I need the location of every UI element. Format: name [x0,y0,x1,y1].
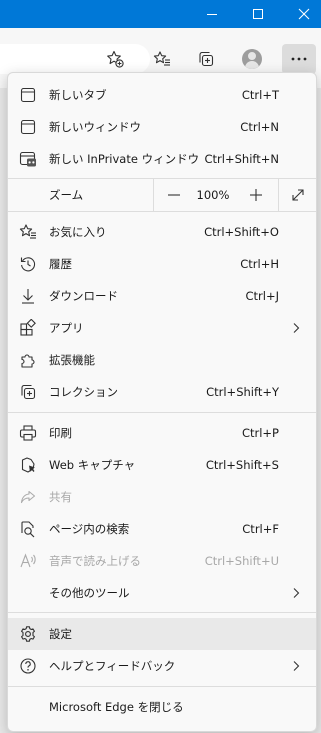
full-screen-button[interactable] [279,179,316,211]
profile-avatar [242,49,262,69]
menu-item-collections[interactable]: コレクション Ctrl+Shift+Y [8,376,316,408]
menu-shortcut: Ctrl+F [242,522,279,536]
menu-item-read-aloud: 音声で読み上げる Ctrl+Shift+U [8,545,316,577]
chevron-right-icon [293,323,300,333]
settings-menu: 新しいタブ Ctrl+T 新しいウィンドウ Ctrl+N 新しい InPriva… [7,72,317,732]
menu-item-extensions[interactable]: 拡張機能 [8,344,316,376]
menu-label: 音声で読み上げる [49,554,141,568]
menu-item-find-on-page[interactable]: ページ内の検索 Ctrl+F [8,513,316,545]
menu-label: ページ内の検索 [49,522,130,536]
zoom-label: ズーム [49,188,84,202]
menu-item-share: 共有 [8,481,316,513]
menu-shortcut: Ctrl+N [240,120,279,134]
inprivate-icon [19,150,37,168]
menu-label: 拡張機能 [49,353,95,367]
favorites-icon [153,51,170,66]
favorites-button[interactable] [147,44,177,74]
menu-item-help-feedback[interactable]: ヘルプとフィードバック [8,650,316,682]
minus-icon [168,194,180,196]
help-icon [19,657,37,675]
menu-shortcut: Ctrl+J [245,289,280,303]
title-bar [0,0,321,28]
menu-item-downloads[interactable]: ダウンロード Ctrl+J [8,280,316,312]
read-aloud-icon [19,552,37,570]
menu-label: Web キャプチャ [49,458,136,472]
menu-label: その他のツール [49,586,130,600]
menu-item-zoom: ズーム 100% [8,179,316,211]
menu-shortcut: Ctrl+Shift+U [204,554,279,568]
minimize-button[interactable] [189,0,235,28]
new-tab-icon [19,86,37,104]
menu-shortcut: Ctrl+H [240,257,279,271]
menu-label: 新しいウィンドウ [49,120,141,134]
menu-label: Microsoft Edge を閉じる [49,700,184,714]
menu-item-settings[interactable]: 設定 [8,618,316,650]
add-favorite-button[interactable] [100,44,130,74]
menu-label: 履歴 [49,257,72,271]
menu-item-more-tools[interactable]: その他のツール [8,577,316,609]
extensions-icon [19,351,37,369]
menu-item-apps[interactable]: アプリ [8,312,316,344]
minimize-icon [207,14,217,15]
chevron-right-icon [293,588,300,598]
favorites-icon [19,223,37,241]
menu-item-history[interactable]: 履歴 Ctrl+H [8,248,316,280]
print-icon [19,424,37,442]
maximize-button[interactable] [235,0,281,28]
menu-shortcut: Ctrl+T [241,88,279,102]
close-icon [298,8,310,20]
menu-label: ダウンロード [49,289,118,303]
menu-label: 共有 [49,490,72,504]
menu-item-favorites[interactable]: お気に入り Ctrl+Shift+O [8,216,316,248]
menu-divider [8,412,316,413]
chevron-right-icon [293,661,300,671]
menu-label: 設定 [49,627,72,641]
plus-icon [250,189,262,201]
full-screen-icon [291,189,304,201]
menu-item-web-capture[interactable]: Web キャプチャ Ctrl+Shift+S [8,449,316,481]
menu-label: 新しいタブ [49,88,107,102]
find-on-page-icon [19,520,37,538]
history-icon [19,255,37,273]
menu-shortcut: Ctrl+Shift+S [205,458,279,472]
share-icon [19,488,37,506]
settings-and-more-button[interactable] [282,44,316,74]
profile-button[interactable] [237,44,267,74]
gear-icon [19,625,37,643]
menu-divider [8,612,316,613]
zoom-in-button[interactable] [236,179,276,211]
new-window-icon [19,118,37,136]
apps-icon [19,319,37,337]
menu-item-new-tab[interactable]: 新しいタブ Ctrl+T [8,79,316,111]
collections-icon [19,383,37,401]
menu-shortcut: Ctrl+Shift+O [204,225,279,239]
menu-item-close-edge[interactable]: Microsoft Edge を閉じる [8,691,316,723]
menu-divider [8,211,316,212]
menu-item-new-window[interactable]: 新しいウィンドウ Ctrl+N [8,111,316,143]
maximize-icon [253,9,263,19]
menu-item-print[interactable]: 印刷 Ctrl+P [8,417,316,449]
menu-divider [8,686,316,687]
menu-item-new-inprivate[interactable]: 新しい InPrivate ウィンドウ Ctrl+Shift+N [8,143,316,175]
menu-label: お気に入り [49,225,107,239]
more-icon [291,57,307,61]
menu-label: 印刷 [49,426,72,440]
menu-label: コレクション [49,385,118,399]
zoom-value: 100% [196,188,230,202]
menu-shortcut: Ctrl+Shift+Y [206,385,279,399]
menu-label: アプリ [49,321,84,335]
collections-icon [199,51,214,67]
collections-button[interactable] [191,44,221,74]
web-capture-icon [19,456,37,474]
menu-shortcut: Ctrl+P [241,426,279,440]
menu-shortcut: Ctrl+Shift+N [204,152,279,166]
close-window-button[interactable] [281,0,321,28]
add-favorite-icon [107,50,124,68]
menu-label: 新しい InPrivate ウィンドウ [49,152,200,166]
download-icon [19,287,37,305]
menu-label: ヘルプとフィードバック [49,659,176,673]
